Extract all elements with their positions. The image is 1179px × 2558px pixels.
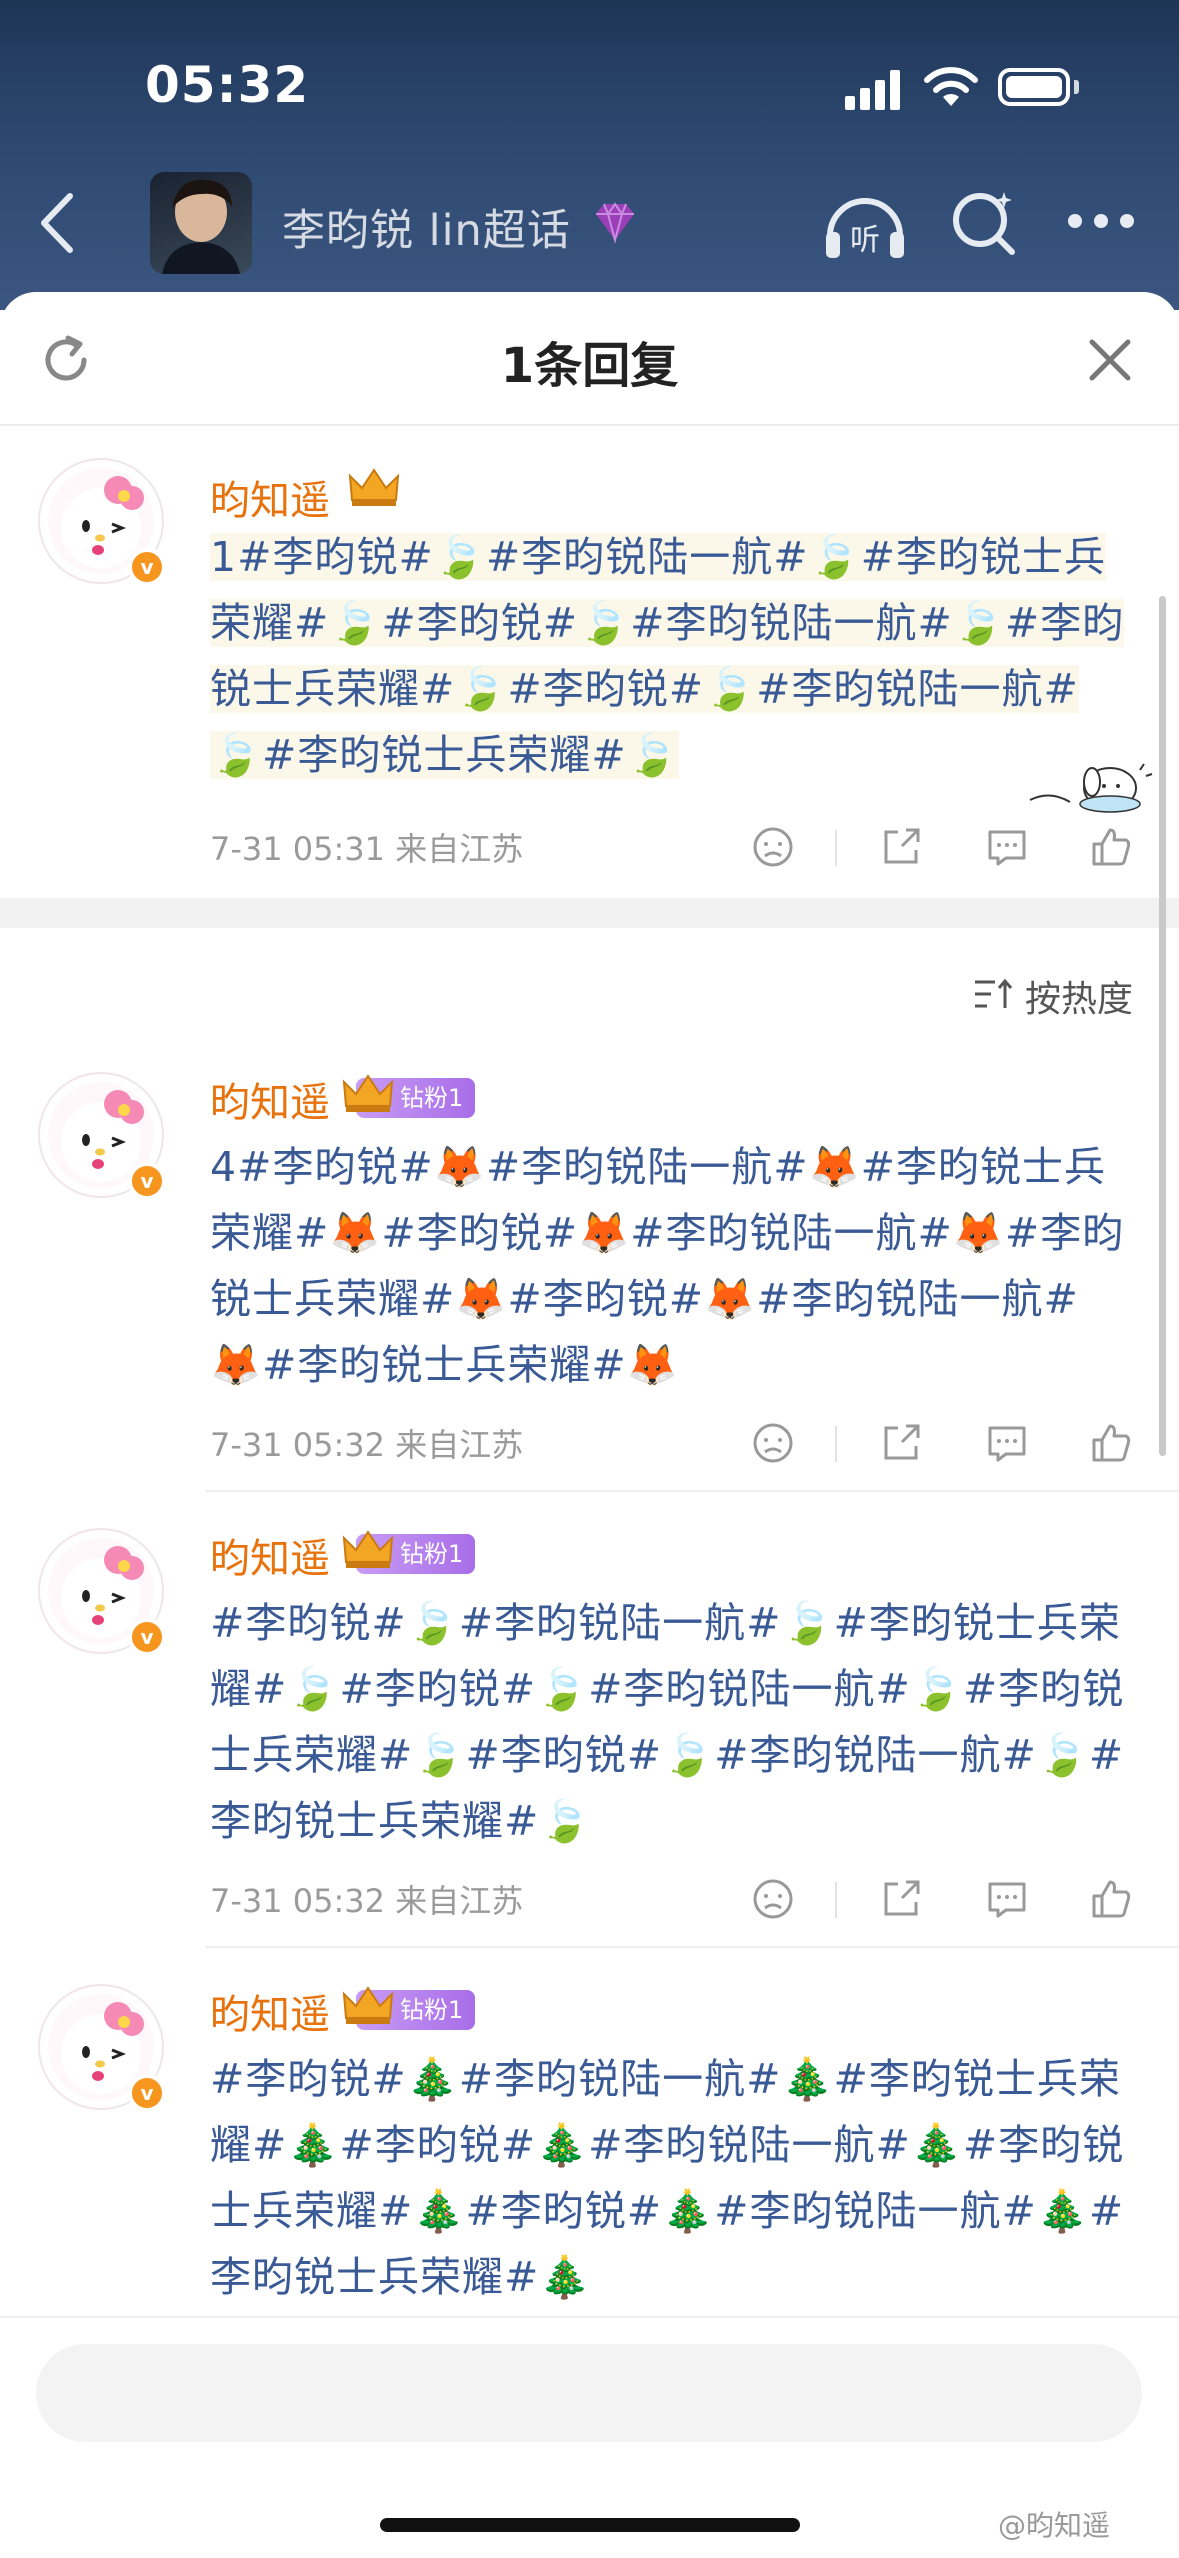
topic-avatar[interactable] xyxy=(150,172,252,274)
avatar[interactable]: v xyxy=(38,1984,166,2112)
comment-actions xyxy=(740,824,1140,874)
comment-text: 1#李昀锐#🍃#李昀锐陆一航#🍃#李昀锐士兵荣耀#🍃#李昀锐#🍃#李昀锐陆一航#… xyxy=(210,524,1130,788)
action-separator xyxy=(835,1426,837,1462)
comment-text: 4#李昀锐#🦊#李昀锐陆一航#🦊#李昀锐士兵荣耀#🦊#李昀锐#🦊#李昀锐陆一航#… xyxy=(210,1143,1125,1389)
close-icon[interactable] xyxy=(1086,336,1134,384)
watermark: @昀知遥 xyxy=(998,2509,1111,2542)
dislike-face-icon[interactable] xyxy=(750,1876,796,1922)
battery-icon xyxy=(998,68,1070,106)
pochacco-sticker-decoration xyxy=(1029,763,1153,813)
wifi-icon xyxy=(924,67,978,106)
share-icon[interactable] xyxy=(878,1420,924,1466)
top-header: 05:32 李昀锐 lin超话 听 xyxy=(0,0,1179,310)
more-options-icon[interactable] xyxy=(1068,214,1138,234)
crown-icon xyxy=(348,468,400,506)
scrollbar[interactable] xyxy=(1159,596,1166,1456)
listen-headphone-icon[interactable]: 听 xyxy=(820,184,910,264)
comment-actions xyxy=(740,1420,1140,1470)
verified-badge-icon: v xyxy=(128,2074,166,2112)
crown-icon xyxy=(342,1530,394,1568)
reply-divider xyxy=(206,1490,1179,1492)
comment-text: #李昀锐#🍃#李昀锐陆一航#🍃#李昀锐士兵荣耀#🍃#李昀锐#🍃#李昀锐陆一航#🍃… xyxy=(210,1599,1125,1845)
reply-input[interactable] xyxy=(36,2344,1142,2442)
dislike-face-icon[interactable] xyxy=(750,1420,796,1466)
cellular-signal-icon xyxy=(845,68,905,110)
like-thumb-icon[interactable] xyxy=(1088,1876,1134,1922)
crown-icon xyxy=(342,1986,394,2024)
topic-title[interactable]: 李昀锐 lin超话 xyxy=(282,196,571,258)
avatar[interactable]: v xyxy=(38,458,166,586)
sheet-title: 1条回复 xyxy=(500,338,679,394)
comment-text-content: 1#李昀锐#🍃#李昀锐陆一航#🍃#李昀锐士兵荣耀#🍃#李昀锐#🍃#李昀锐陆一航#… xyxy=(210,533,1125,779)
avatar[interactable]: v xyxy=(38,1072,166,1200)
comment-meta: 7-31 05:31 来自江苏 xyxy=(210,830,524,868)
comment-icon[interactable] xyxy=(984,1420,1030,1466)
action-separator xyxy=(835,1882,837,1918)
battery-cap xyxy=(1074,80,1079,94)
comment-icon[interactable] xyxy=(984,824,1030,870)
comment-meta: 7-31 05:32 来自江苏 xyxy=(210,1882,524,1920)
sort-icon xyxy=(975,978,1013,1008)
section-divider xyxy=(0,898,1179,928)
like-thumb-icon[interactable] xyxy=(1088,824,1134,870)
username[interactable]: 昀知遥 xyxy=(210,1982,330,2040)
diamond-icon xyxy=(596,202,634,244)
sort-label: 按热度 xyxy=(1025,979,1134,1020)
comment-text: #李昀锐#🎄#李昀锐陆一航#🎄#李昀锐士兵荣耀#🎄#李昀锐#🎄#李昀锐陆一航#🎄… xyxy=(210,2055,1125,2301)
sheet-header: 1条回复 xyxy=(0,292,1179,426)
svg-text:听: 听 xyxy=(850,223,880,258)
home-indicator xyxy=(380,2518,800,2532)
status-time: 05:32 xyxy=(145,56,310,114)
reply-divider xyxy=(206,1946,1179,1948)
username[interactable]: 昀知遥 xyxy=(210,1070,330,1128)
like-thumb-icon[interactable] xyxy=(1088,1420,1134,1466)
action-separator xyxy=(835,830,837,866)
sort-toggle[interactable]: 按热度 xyxy=(973,970,1133,1020)
back-arrow-icon[interactable] xyxy=(30,188,90,258)
comment-actions xyxy=(740,1876,1140,1926)
verified-badge-icon: v xyxy=(128,1618,166,1656)
verified-badge-icon: v xyxy=(128,548,166,586)
dislike-face-icon[interactable] xyxy=(750,824,796,870)
share-icon[interactable] xyxy=(878,824,924,870)
username[interactable]: 昀知遥 xyxy=(210,468,330,526)
reply-input-bar: @昀知遥 xyxy=(0,2316,1179,2558)
share-icon[interactable] xyxy=(878,1876,924,1922)
comment-meta: 7-31 05:32 来自江苏 xyxy=(210,1426,524,1464)
verified-badge-icon: v xyxy=(128,1162,166,1200)
search-icon[interactable] xyxy=(948,186,1022,260)
crown-icon xyxy=(342,1074,394,1112)
comment-icon[interactable] xyxy=(984,1876,1030,1922)
avatar[interactable]: v xyxy=(38,1528,166,1656)
username[interactable]: 昀知遥 xyxy=(210,1526,330,1584)
